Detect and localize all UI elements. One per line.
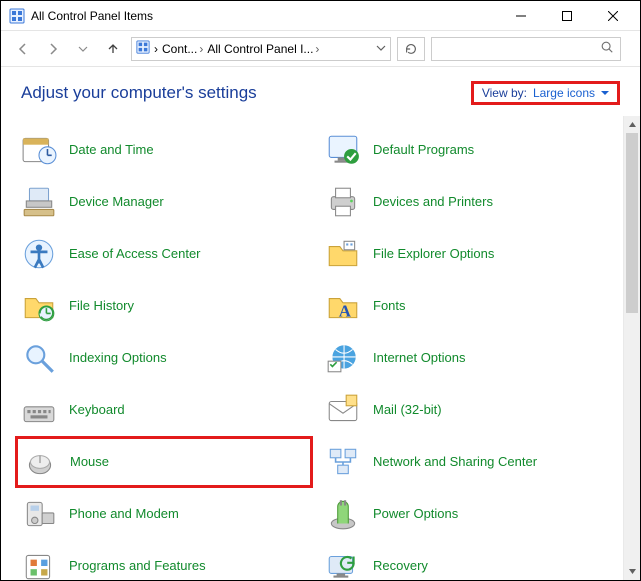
cpl-item-label: Recovery <box>373 559 428 574</box>
cpl-item-label: Mouse <box>70 455 109 470</box>
view-by-value: Large icons <box>533 86 595 100</box>
mouse-icon <box>20 442 60 482</box>
clock-icon <box>19 130 59 170</box>
view-by-selector[interactable]: View by: Large icons <box>471 81 620 105</box>
control-panel-icon <box>9 8 25 24</box>
search-icon <box>600 40 614 57</box>
breadcrumb-segment[interactable]: Cont... › <box>162 42 203 56</box>
cpl-item-power[interactable]: Power Options <box>319 488 617 540</box>
power-icon <box>323 494 363 534</box>
keyboard-icon <box>19 390 59 430</box>
search-box[interactable] <box>431 37 621 61</box>
folderopt-icon <box>323 234 363 274</box>
refresh-button[interactable] <box>397 37 425 61</box>
navbar: › Cont... › All Control Panel I... › <box>1 31 640 67</box>
mail-icon <box>323 390 363 430</box>
forward-button[interactable] <box>41 37 65 61</box>
cpl-item-label: Date and Time <box>69 143 154 158</box>
ease-icon <box>19 234 59 274</box>
defaults-icon <box>323 130 363 170</box>
cpl-item-filehist[interactable]: File History <box>15 280 313 332</box>
maximize-button[interactable] <box>544 1 590 31</box>
inet-icon <box>323 338 363 378</box>
breadcrumb-text: All Control Panel I... <box>207 42 313 56</box>
items-grid: Date and Time Default Programs Device Mana… <box>1 116 623 580</box>
cpl-item-label: Mail (32-bit) <box>373 403 442 418</box>
window-title: All Control Panel Items <box>31 9 498 23</box>
recent-locations-dropdown[interactable] <box>71 37 95 61</box>
cpl-item-folderopt[interactable]: File Explorer Options <box>319 228 617 280</box>
cpl-item-ease[interactable]: Ease of Access Center <box>15 228 313 280</box>
breadcrumb-text: Cont... <box>162 42 197 56</box>
recovery-icon <box>323 546 363 580</box>
scroll-down-icon[interactable] <box>624 563 640 580</box>
devmgr-icon <box>19 182 59 222</box>
address-bar[interactable]: › Cont... › All Control Panel I... › <box>131 37 391 61</box>
chevron-right-icon: › <box>154 42 158 56</box>
cpl-item-printer[interactable]: Devices and Printers <box>319 176 617 228</box>
address-dropdown-icon[interactable] <box>376 42 386 56</box>
cpl-item-index[interactable]: Indexing Options <box>15 332 313 384</box>
cpl-item-inet[interactable]: Internet Options <box>319 332 617 384</box>
heading-row: Adjust your computer's settings View by:… <box>1 67 640 111</box>
cpl-item-label: Internet Options <box>373 351 466 366</box>
close-button[interactable] <box>590 1 636 31</box>
cpl-item-label: File Explorer Options <box>373 247 494 262</box>
modem-icon <box>19 494 59 534</box>
breadcrumb-segment[interactable]: All Control Panel I... › <box>207 42 319 56</box>
cpl-item-modem[interactable]: Phone and Modem <box>15 488 313 540</box>
cpl-item-label: Network and Sharing Center <box>373 455 537 470</box>
minimize-button[interactable] <box>498 1 544 31</box>
cpl-item-programs[interactable]: Programs and Features <box>15 540 313 580</box>
cpl-item-keyboard[interactable]: Keyboard <box>15 384 313 436</box>
cpl-item-defaults[interactable]: Default Programs <box>319 124 617 176</box>
fonts-icon <box>323 286 363 326</box>
page-heading: Adjust your computer's settings <box>21 83 257 103</box>
view-by-label: View by: <box>482 86 527 100</box>
cpl-item-label: Device Manager <box>69 195 164 210</box>
filehist-icon <box>19 286 59 326</box>
printer-icon <box>323 182 363 222</box>
cpl-item-label: Fonts <box>373 299 406 314</box>
scroll-track[interactable] <box>624 133 640 563</box>
cpl-item-label: Indexing Options <box>69 351 167 366</box>
chevron-down-icon <box>601 86 609 100</box>
cpl-item-label: Phone and Modem <box>69 507 179 522</box>
titlebar: All Control Panel Items <box>1 1 640 31</box>
content-area: Date and Time Default Programs Device Mana… <box>1 116 640 580</box>
vertical-scrollbar[interactable] <box>623 116 640 580</box>
cpl-item-devmgr[interactable]: Device Manager <box>15 176 313 228</box>
cpl-item-mouse[interactable]: Mouse <box>15 436 313 488</box>
cpl-item-label: File History <box>69 299 134 314</box>
cpl-item-label: Keyboard <box>69 403 125 418</box>
cpl-item-label: Power Options <box>373 507 458 522</box>
cpl-item-mail[interactable]: Mail (32-bit) <box>319 384 617 436</box>
cpl-item-label: Devices and Printers <box>373 195 493 210</box>
programs-icon <box>19 546 59 580</box>
index-icon <box>19 338 59 378</box>
scroll-up-icon[interactable] <box>624 116 640 133</box>
cpl-item-label: Ease of Access Center <box>69 247 201 262</box>
cpl-item-label: Programs and Features <box>69 559 206 574</box>
scroll-thumb[interactable] <box>626 133 638 313</box>
chevron-right-icon: › <box>199 42 203 56</box>
cpl-item-clock[interactable]: Date and Time <box>15 124 313 176</box>
cpl-item-recovery[interactable]: Recovery <box>319 540 617 580</box>
back-button[interactable] <box>11 37 35 61</box>
cpl-item-label: Default Programs <box>373 143 474 158</box>
network-icon <box>323 442 363 482</box>
chevron-right-icon: › <box>315 42 319 56</box>
up-button[interactable] <box>101 37 125 61</box>
cpl-item-network[interactable]: Network and Sharing Center <box>319 436 617 488</box>
control-panel-glyph-icon <box>136 40 150 57</box>
cpl-item-fonts[interactable]: Fonts <box>319 280 617 332</box>
